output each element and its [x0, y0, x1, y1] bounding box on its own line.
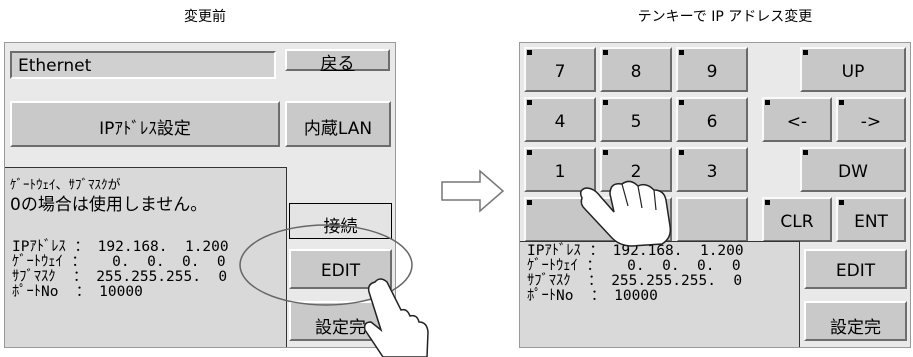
key-ent[interactable]: ENT: [836, 197, 906, 242]
ip-address-setting-button[interactable]: IPｱﾄﾞﾚｽ設定: [10, 101, 280, 147]
key-5-label: 5: [630, 112, 642, 132]
key-6[interactable]: 6: [676, 97, 748, 142]
info-row-ip: IPｱﾄﾞﾚｽ ： 192.168. 1.200: [12, 239, 229, 255]
key-left-label: <-: [786, 112, 808, 132]
ethernet-field[interactable]: Ethernet: [10, 51, 276, 79]
key-up-label: UP: [841, 62, 865, 82]
after-done-button[interactable]: 設定完: [804, 301, 907, 341]
key-3-label: 3: [706, 162, 718, 182]
ip-address-setting-label: IPｱﾄﾞﾚｽ設定: [99, 119, 191, 139]
after-edit-button[interactable]: EDIT: [804, 249, 907, 289]
after-info-panel: IPｱﾄﾞﾚｽ ： 192.168. 1.200 ｹﾞｰﾄｳｪｲ ： 0. 0.…: [520, 241, 800, 347]
builtin-lan-label: 内蔵LAN: [303, 119, 373, 139]
key-ent-label: ENT: [854, 212, 888, 232]
info-row-subnet: ｻﾌﾞﾏｽｸ ： 255.255.255. 0: [12, 269, 228, 285]
key-clr-label: CLR: [780, 212, 814, 232]
key-7[interactable]: 7: [524, 47, 596, 92]
after-info-row-gateway: ｹﾞｰﾄｳｪｲ ： 0. 0. 0. 0: [527, 258, 741, 274]
right-arrow-icon: [441, 169, 505, 213]
after-done-button-label: 設定完: [830, 318, 881, 338]
key-dot[interactable]: .: [676, 197, 748, 242]
key-right-label: ->: [860, 112, 882, 132]
key-6-label: 6: [706, 112, 718, 132]
key-9[interactable]: 9: [676, 47, 748, 92]
ethernet-field-value: Ethernet: [18, 56, 92, 76]
info-row-port: ﾎﾟｰﾄNo ： 10000: [12, 284, 143, 300]
key-7-label: 7: [554, 62, 566, 82]
after-edit-button-label: EDIT: [835, 261, 876, 281]
key-up[interactable]: UP: [800, 47, 906, 92]
after-info-row-subnet: ｻﾌﾞﾏｽｸ ： 255.255.255. 0: [527, 273, 743, 289]
key-dw-label: DW: [838, 162, 868, 182]
after-info-row-port: ﾎﾟｰﾄNo ： 10000: [527, 288, 658, 304]
key-8-label: 8: [630, 62, 642, 82]
info-row-gateway: ｹﾞｰﾄｳｪｲ ： 0. 0. 0. 0: [12, 254, 226, 270]
key-9-label: 9: [706, 62, 718, 82]
key-4-label: 4: [554, 112, 566, 132]
builtin-lan-button[interactable]: 内蔵LAN: [285, 101, 391, 147]
key-right[interactable]: ->: [836, 97, 906, 142]
pointing-hand-icon: [363, 278, 429, 357]
key-3[interactable]: 3: [676, 147, 748, 192]
key-left[interactable]: <-: [762, 97, 832, 142]
tapping-hand-icon: [579, 180, 672, 247]
caption-before: 変更前: [184, 9, 226, 25]
key-4[interactable]: 4: [524, 97, 596, 142]
back-button[interactable]: 戻る: [285, 49, 390, 74]
key-dw[interactable]: DW: [800, 147, 906, 192]
key-clr[interactable]: CLR: [762, 197, 832, 242]
caption-after: テンキーで IP アドレス変更: [637, 9, 813, 25]
key-8[interactable]: 8: [600, 47, 672, 92]
note-line-2: 0の場合は使用しません。: [10, 195, 208, 215]
key-5[interactable]: 5: [600, 97, 672, 142]
back-button-label: 戻る: [320, 54, 355, 74]
